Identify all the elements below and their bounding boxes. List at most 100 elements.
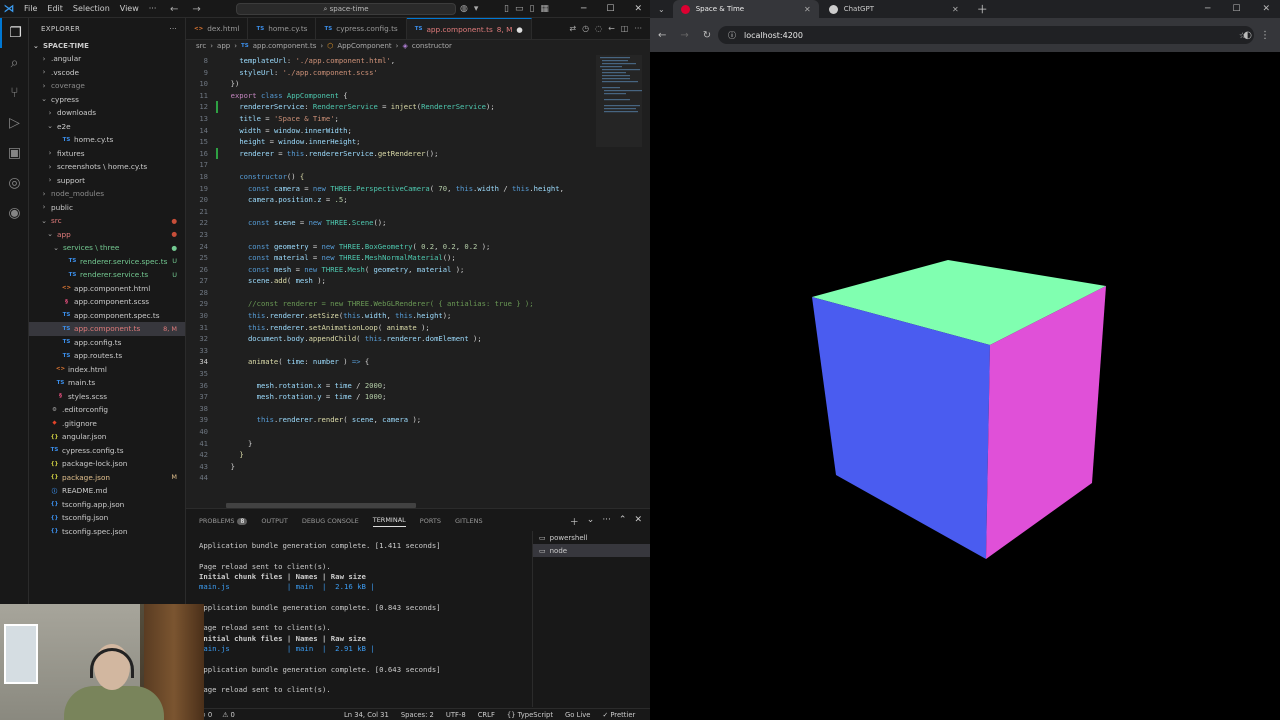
browser-close-icon[interactable]: ✕ xyxy=(1262,4,1270,14)
editor-tab[interactable]: TS app.component.ts 8, M ● xyxy=(406,18,532,39)
tab-terminal[interactable]: TERMINAL xyxy=(372,516,406,527)
tree-folder[interactable]: › fixtures xyxy=(29,147,185,161)
breadcrumb-file[interactable]: app.component.ts xyxy=(253,42,317,50)
menu-file[interactable]: File xyxy=(24,4,37,13)
tree-file[interactable]: TS renderer.service.spec.ts U xyxy=(29,255,185,269)
reload-icon[interactable]: ↻ xyxy=(703,30,711,41)
cursor-position-status[interactable]: Ln 34, Col 31 xyxy=(344,711,389,719)
tree-file[interactable]: ⓘ README.md xyxy=(29,484,185,498)
tree-file[interactable]: TS cypress.config.ts xyxy=(29,444,185,458)
tree-folder[interactable]: › .vscode xyxy=(29,66,185,80)
tab-search-icon[interactable]: ⌄ xyxy=(658,5,671,14)
close-icon[interactable]: ✕ xyxy=(634,4,642,14)
tab-ports[interactable]: PORTS xyxy=(420,517,441,525)
more-menu-icon[interactable]: ··· xyxy=(149,4,157,13)
eol-status[interactable]: CRLF xyxy=(478,711,495,719)
code-editor[interactable]: 8 templateUrl: './app.component.html', 9 … xyxy=(186,55,596,500)
close-panel-icon[interactable]: ✕ xyxy=(634,515,642,528)
breadcrumb-class[interactable]: AppComponent xyxy=(337,42,391,50)
profile-avatar-icon[interactable]: ◐ xyxy=(1243,30,1252,41)
tree-folder[interactable]: › downloads xyxy=(29,106,185,120)
maximize-panel-icon[interactable]: ⌃ xyxy=(619,515,627,528)
prettier-status[interactable]: ✓ Prettier xyxy=(602,711,635,719)
tree-file[interactable]: § styles.scss xyxy=(29,390,185,404)
maximize-icon[interactable]: ☐ xyxy=(606,4,614,14)
warnings-status[interactable]: ⚠ 0 xyxy=(222,711,235,719)
toggle-secondary-icon[interactable]: ▯ xyxy=(529,4,534,14)
browser-menu-icon[interactable]: ⋮ xyxy=(1260,30,1270,41)
new-tab-icon[interactable]: ＋ xyxy=(969,1,996,17)
tree-file[interactable]: <> app.component.html xyxy=(29,282,185,296)
editor-tab[interactable]: TS cypress.config.ts xyxy=(316,18,407,39)
tree-file[interactable]: ⚙ .editorconfig xyxy=(29,403,185,417)
tree-folder[interactable]: ⌄ src ● xyxy=(29,214,185,228)
language-status[interactable]: {} TypeScript xyxy=(507,711,553,719)
editor-more-icon[interactable]: ··· xyxy=(634,24,642,33)
tab-problems[interactable]: PROBLEMS 8 xyxy=(199,517,248,525)
tree-file[interactable]: {} angular.json xyxy=(29,430,185,444)
run-debug-icon[interactable]: ▷ xyxy=(0,108,29,138)
tree-file[interactable]: <> index.html xyxy=(29,363,185,377)
minimize-icon[interactable]: ─ xyxy=(581,4,586,14)
tree-folder[interactable]: ⌄ services \ three ● xyxy=(29,241,185,255)
terminal-output[interactable]: Application bundle generation complete. … xyxy=(199,541,529,695)
tree-file[interactable]: {} tsconfig.spec.json xyxy=(29,525,185,539)
toggle-sidebar-icon[interactable]: ▯ xyxy=(504,4,509,14)
open-changes-icon[interactable]: ◌ xyxy=(595,24,602,33)
editor-tab[interactable]: <> dex.html xyxy=(186,18,249,39)
copilot-menu-icon[interactable]: ▾ xyxy=(474,4,479,14)
browser-tab-chatgpt[interactable]: ChatGPT ✕ xyxy=(821,0,967,18)
browser-maximize-icon[interactable]: ☐ xyxy=(1232,4,1240,14)
menu-view[interactable]: View xyxy=(120,4,139,13)
address-bar[interactable]: ⓘ localhost:4200 ☆ xyxy=(718,26,1254,44)
terminal-item-powershell[interactable]: ▭ powershell xyxy=(533,531,650,544)
tree-file[interactable]: {} tsconfig.app.json xyxy=(29,498,185,512)
layout-icon[interactable]: ▦ xyxy=(540,4,549,14)
tree-folder[interactable]: ⌄ app ● xyxy=(29,228,185,242)
threejs-canvas[interactable] xyxy=(650,52,1280,720)
tree-folder[interactable]: › public xyxy=(29,201,185,215)
back-arrow-icon[interactable]: ← xyxy=(658,30,666,41)
tree-file[interactable]: TS app.config.ts xyxy=(29,336,185,350)
minimap[interactable] xyxy=(596,55,642,500)
browser-minimize-icon[interactable]: ─ xyxy=(1205,4,1210,14)
tree-folder[interactable]: › screenshots \ home.cy.ts xyxy=(29,160,185,174)
breadcrumb-src[interactable]: src xyxy=(196,42,206,50)
tree-folder[interactable]: › .angular xyxy=(29,52,185,66)
tree-folder[interactable]: › support xyxy=(29,174,185,188)
tree-file[interactable]: {} package.json M xyxy=(29,471,185,485)
back-arrow-icon[interactable]: ← xyxy=(170,4,178,15)
tree-folder[interactable]: ⌄ e2e xyxy=(29,120,185,134)
indentation-status[interactable]: Spaces: 2 xyxy=(401,711,434,719)
explorer-more-icon[interactable]: ··· xyxy=(169,25,177,33)
gitlens-icon[interactable]: ◉ xyxy=(0,198,29,228)
source-control-icon[interactable]: ⑂ xyxy=(0,78,29,108)
forward-arrow-icon[interactable]: → xyxy=(680,30,688,41)
breadcrumb-method[interactable]: constructor xyxy=(412,42,452,50)
site-info-icon[interactable]: ⓘ xyxy=(728,30,736,41)
browser-tab-space-time[interactable]: Space & Time ✕ xyxy=(672,0,819,18)
tree-file[interactable]: § app.component.scss xyxy=(29,295,185,309)
command-center-search[interactable]: ⌕ space-time xyxy=(236,3,456,15)
back-icon[interactable]: ← xyxy=(608,24,615,33)
explorer-icon[interactable]: ❐ xyxy=(0,18,29,48)
encoding-status[interactable]: UTF-8 xyxy=(446,711,466,719)
terminal-dropdown-icon[interactable]: ⌄ xyxy=(587,515,595,528)
search-icon[interactable]: ⌕ xyxy=(0,48,29,78)
tree-folder[interactable]: ⌄ cypress xyxy=(29,93,185,107)
tree-file[interactable]: TS main.ts xyxy=(29,376,185,390)
tree-file[interactable]: TS app.component.ts 8, M xyxy=(29,322,185,336)
tab-output[interactable]: OUTPUT xyxy=(261,517,288,525)
forward-arrow-icon[interactable]: → xyxy=(192,4,200,15)
tab-debug-console[interactable]: DEBUG CONSOLE xyxy=(302,517,359,525)
tree-file[interactable]: TS home.cy.ts xyxy=(29,133,185,147)
panel-more-icon[interactable]: ··· xyxy=(602,515,611,528)
tree-file[interactable]: TS renderer.service.ts U xyxy=(29,268,185,282)
breadcrumb-app[interactable]: app xyxy=(217,42,230,50)
tree-file[interactable]: ◆ .gitignore xyxy=(29,417,185,431)
workspace-root[interactable]: ⌄ SPACE-TIME xyxy=(29,40,185,52)
timeline-icon[interactable]: ◷ xyxy=(582,24,589,33)
close-tab-icon[interactable]: ✕ xyxy=(952,5,959,14)
unsaved-dot-icon[interactable]: ● xyxy=(516,25,522,34)
terminal-item-node[interactable]: ▭ node xyxy=(533,544,650,557)
